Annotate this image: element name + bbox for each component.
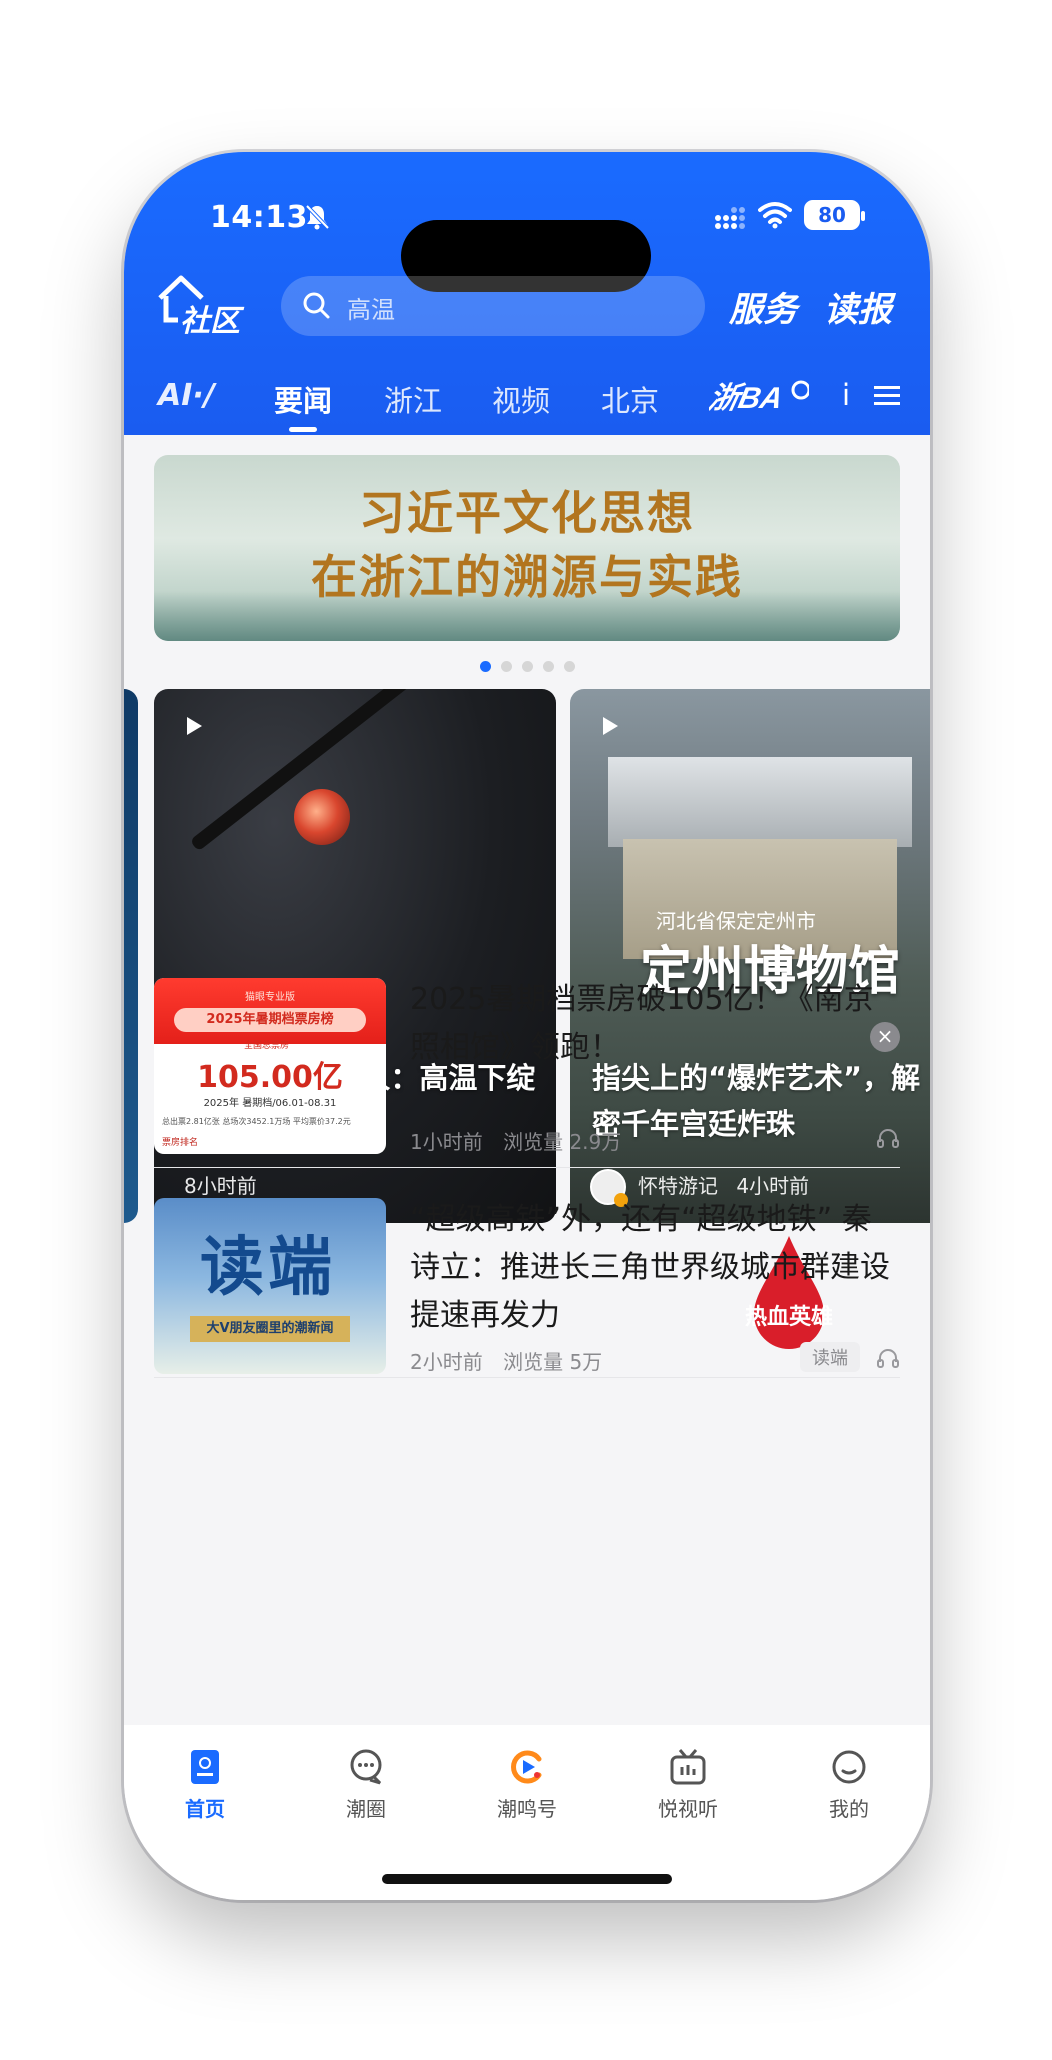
tab-circle-label: 潮圈: [346, 1797, 386, 1821]
news-meta: 2小时前 浏览量 5万: [410, 1346, 602, 1375]
service-button[interactable]: 服务: [729, 282, 797, 331]
tab-chaoming-label: 潮鸣号: [497, 1797, 557, 1821]
author-name[interactable]: 怀特游记: [638, 1174, 718, 1198]
news-views: 浏览量 5万: [503, 1350, 603, 1374]
list-item[interactable]: 猫眼专业版 2025年暑期档票房榜 全国总票房 105.00亿 2025年 暑期…: [154, 978, 900, 1168]
tab-zhejiang[interactable]: 浙江: [384, 378, 442, 420]
news-views: 浏览量 2.9万: [503, 1130, 622, 1154]
headphone-icon[interactable]: [876, 1126, 900, 1150]
video-meta: 怀特游记 4小时前: [638, 1170, 809, 1199]
home-icon: [191, 1750, 219, 1784]
banner-pagination: [124, 657, 930, 672]
banner-line-1: 习近平文化思想: [359, 486, 695, 540]
signal-icon: [715, 207, 745, 229]
tv-icon: [670, 1749, 706, 1785]
thumb-sub: 猫眼专业版: [245, 992, 295, 1003]
community-button[interactable]: 社区: [156, 272, 246, 339]
search-placeholder: 高温: [347, 296, 395, 324]
search-icon: [303, 292, 330, 319]
tab-profile-label: 我的: [829, 1797, 869, 1821]
wifi-icon: [758, 202, 792, 229]
banner-dot: [479, 661, 491, 672]
home-indicator[interactable]: [382, 1874, 672, 1884]
list-item[interactable]: 读端 大V朋友圈里的潮新闻 “超级高铁”外，还有“超级地铁” 秦诗立：推进长三角…: [154, 1198, 900, 1378]
museum-roof: [608, 757, 912, 847]
search-input[interactable]: 高温: [281, 276, 705, 336]
news-title: 2025暑期档票房破105亿！《南京照相馆》领跑！: [410, 982, 874, 1065]
news-title: “超级高铁”外，还有“超级地铁” 秦诗立：推进长三角世界级城市群建设提速再发力: [410, 1202, 890, 1333]
tab-media-label: 悦视听: [658, 1797, 718, 1821]
read-paper-button[interactable]: 读报: [824, 282, 898, 331]
banner-dot: [542, 661, 554, 672]
thumb-bar-text: 大V朋友圈里的潮新闻: [190, 1316, 350, 1342]
news-time: 2小时前: [410, 1350, 483, 1374]
profile-icon: [832, 1750, 866, 1784]
top-bar: 14:13 80 社区 高温 服务 读报 AI·/ 要闻 浙江 视频 北京 浙B…: [124, 152, 930, 435]
source-badge[interactable]: 读端: [800, 1342, 860, 1372]
banner-dot: [563, 661, 575, 672]
read-paper-label: 读报: [824, 290, 892, 330]
header-row: 社区 高温 服务 读报: [124, 272, 930, 342]
news-thumbnail: 猫眼专业版 2025年暑期档票房榜 全国总票房 105.00亿 2025年 暑期…: [154, 978, 386, 1154]
news-time: 1小时前: [410, 1130, 483, 1154]
banner-dot: [500, 661, 512, 672]
phone-screen: 14:13 80 社区 高温 服务 读报 AI·/ 要闻 浙江 视频 北京 浙B…: [124, 152, 930, 1900]
news-meta: 1小时前 浏览量 2.9万: [410, 1126, 621, 1155]
tab-more[interactable]: i: [842, 378, 850, 412]
tab-news[interactable]: 要闻: [274, 378, 332, 432]
chaoming-logo-icon: [511, 1750, 542, 1784]
news-thumbnail: 读端 大V朋友圈里的潮新闻: [154, 1198, 386, 1374]
battery-indicator: 80: [804, 200, 865, 230]
hero-banner[interactable]: 习近平文化思想 在浙江的溯源与实践: [154, 455, 900, 641]
thumb-line: 2025年 暑期档/06.01-08.31: [203, 1098, 337, 1109]
chat-bubble-icon: [350, 1749, 382, 1785]
thumb-title: 2025年暑期档票房榜: [174, 1008, 366, 1032]
tab-ai[interactable]: AI·/: [158, 378, 215, 413]
tab-zheba-logo[interactable]: 浙BA: [709, 370, 809, 422]
tab-circle[interactable]: 潮圈: [306, 1747, 426, 1822]
tab-home[interactable]: 首页: [145, 1747, 265, 1822]
banner-line-2: 在浙江的溯源与实践: [311, 550, 743, 604]
thumb-stats: 总出票2.81亿张 总场次3452.1万场 平均票价37.2元: [162, 1117, 351, 1126]
headphone-icon[interactable]: [876, 1346, 900, 1370]
thumb-big-text: 读端: [200, 1230, 336, 1305]
community-label: 社区: [180, 304, 240, 339]
tab-chaoming[interactable]: 潮鸣号: [467, 1747, 587, 1822]
tab-media[interactable]: 悦视听: [628, 1747, 748, 1822]
video-time: 4小时前: [736, 1174, 810, 1198]
status-bar: 14:13 80: [124, 192, 930, 292]
thumb-footer: 票房排名: [162, 1138, 199, 1148]
banner-dot: [521, 661, 533, 672]
channel-tabs: AI·/ 要闻 浙江 视频 北京 浙BA i: [124, 370, 930, 432]
play-icon: [187, 717, 202, 735]
tab-home-label: 首页: [185, 1797, 225, 1821]
tab-profile[interactable]: 我的: [789, 1747, 909, 1822]
video-card-peek[interactable]: [124, 689, 138, 1223]
glass-bead: [294, 789, 350, 845]
thumb-tag: 全国总票房: [244, 1041, 290, 1051]
tab-video[interactable]: 视频: [492, 378, 550, 420]
svg-text:浙BA: 浙BA: [709, 382, 786, 415]
play-icon: [603, 717, 618, 735]
close-icon[interactable]: ×: [870, 1022, 900, 1052]
thumb-number: 105.00亿: [197, 1060, 343, 1095]
tab-beijing[interactable]: 北京: [601, 378, 659, 420]
bell-muted-icon: [305, 204, 330, 230]
video-time: 8小时前: [184, 1174, 257, 1198]
status-time: 14:13: [210, 200, 308, 235]
channel-menu-icon[interactable]: [874, 384, 900, 408]
